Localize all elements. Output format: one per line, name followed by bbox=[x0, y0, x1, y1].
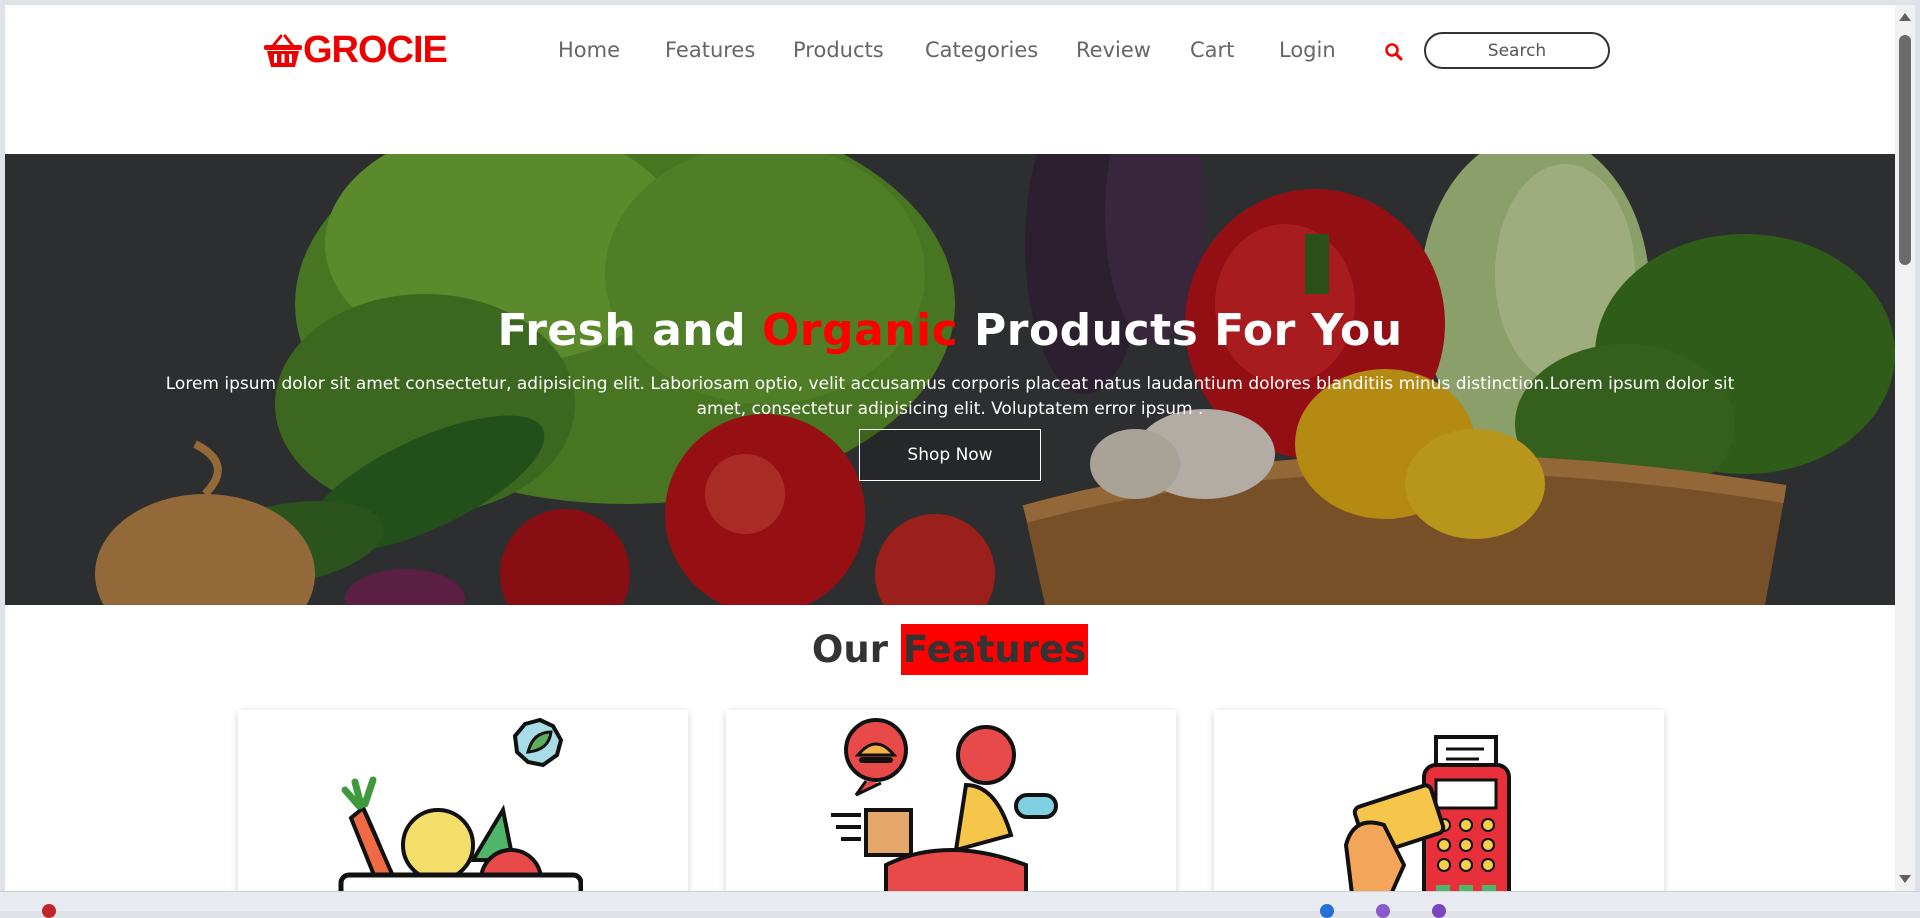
hero-banner: Fresh and Organic Products For You Lorem… bbox=[5, 154, 1895, 605]
browser-viewport: GROCIE Home Features Products Categories… bbox=[5, 5, 1895, 891]
shop-now-button[interactable]: Shop Now bbox=[859, 429, 1041, 481]
card-payment-icon bbox=[1344, 735, 1511, 891]
logo-text: GROCIE bbox=[303, 29, 448, 71]
nav-features[interactable]: Features bbox=[665, 38, 755, 62]
search-icon[interactable] bbox=[1385, 43, 1403, 61]
nav-login[interactable]: Login bbox=[1279, 38, 1336, 62]
logo[interactable]: GROCIE bbox=[263, 29, 448, 72]
scroll-down-arrow-icon[interactable] bbox=[1899, 875, 1911, 883]
hero-title-end: Products For You bbox=[958, 305, 1403, 356]
taskbar-app-icon[interactable] bbox=[1320, 904, 1334, 918]
vertical-scrollbar[interactable] bbox=[1895, 5, 1915, 891]
hero-title: Fresh and Organic Products For You bbox=[5, 305, 1895, 356]
nav-review[interactable]: Review bbox=[1076, 38, 1151, 62]
scrollbar-thumb[interactable] bbox=[1899, 35, 1911, 265]
nav-home[interactable]: Home bbox=[558, 38, 620, 62]
taskbar-app-icon[interactable] bbox=[1432, 904, 1446, 918]
features-heading: Our Features bbox=[5, 624, 1895, 675]
features-heading-start: Our bbox=[811, 628, 901, 671]
os-taskbar bbox=[0, 891, 1920, 918]
nav-categories[interactable]: Categories bbox=[925, 38, 1038, 62]
site-header: GROCIE Home Features Products Categories… bbox=[5, 5, 1895, 105]
features-heading-accent: Features bbox=[900, 624, 1089, 675]
search-input[interactable] bbox=[1424, 32, 1610, 69]
scroll-up-arrow-icon[interactable] bbox=[1899, 13, 1911, 21]
hero-description: Lorem ipsum dolor sit amet consectetur, … bbox=[165, 374, 1735, 419]
vegetable-basket-icon bbox=[338, 717, 583, 891]
taskbar-app-icon[interactable] bbox=[42, 904, 56, 918]
nav-products[interactable]: Products bbox=[793, 38, 884, 62]
basket-logo-icon bbox=[264, 34, 302, 67]
hero-title-accent: Organic bbox=[761, 305, 959, 356]
feature-card-fresh bbox=[238, 710, 688, 891]
nav-cart[interactable]: Cart bbox=[1190, 38, 1234, 62]
food-delivery-icon bbox=[831, 718, 1058, 891]
feature-card-delivery bbox=[726, 710, 1176, 891]
feature-card-payment bbox=[1214, 710, 1664, 891]
taskbar-app-icon[interactable] bbox=[1376, 904, 1390, 918]
hero-title-start: Fresh and bbox=[497, 305, 762, 356]
